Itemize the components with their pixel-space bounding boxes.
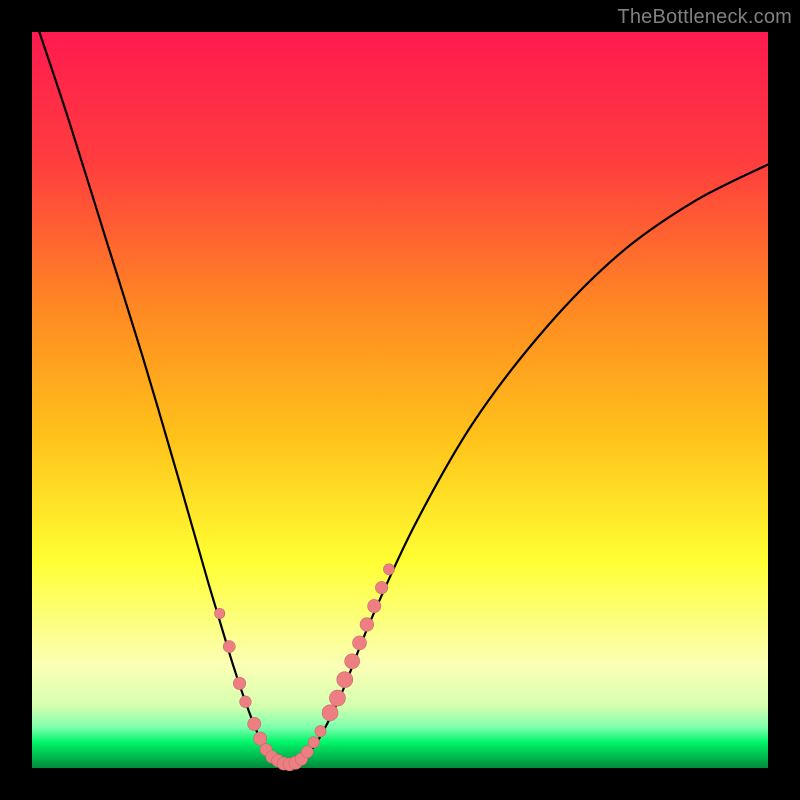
data-marker [353, 636, 367, 650]
data-markers [214, 564, 394, 771]
data-marker [223, 641, 235, 653]
bottleneck-curve [39, 32, 768, 764]
data-marker [360, 618, 374, 632]
data-marker [337, 672, 353, 688]
plot-area [32, 32, 768, 768]
data-marker [383, 564, 394, 575]
chart-svg [32, 32, 768, 768]
data-marker [329, 690, 345, 706]
data-marker [248, 717, 261, 730]
data-marker [315, 726, 326, 737]
data-marker [240, 696, 252, 708]
data-marker [375, 581, 387, 593]
chart-frame: TheBottleneck.com [0, 0, 800, 800]
data-marker [368, 599, 381, 612]
watermark-text: TheBottleneck.com [617, 6, 792, 29]
data-marker [322, 705, 338, 721]
data-marker [308, 737, 319, 748]
data-marker [233, 677, 245, 689]
data-marker [254, 732, 267, 745]
data-marker [345, 654, 360, 669]
data-marker [214, 608, 224, 618]
